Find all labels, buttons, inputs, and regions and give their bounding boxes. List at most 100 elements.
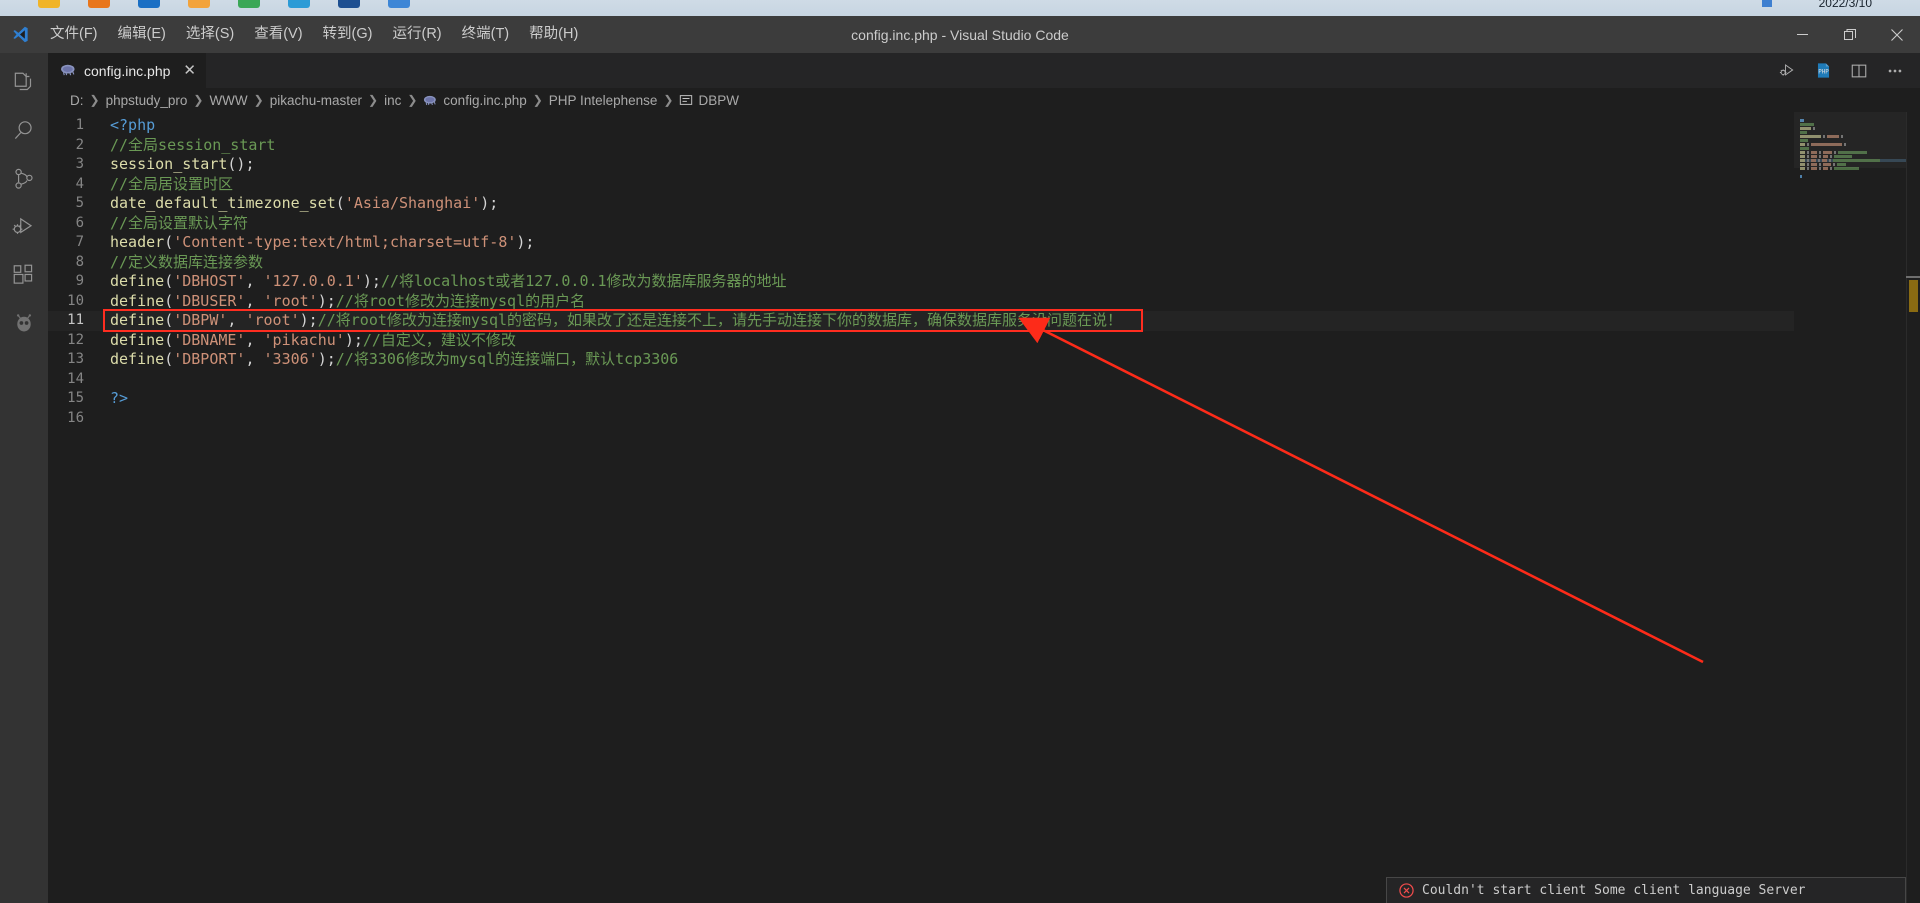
line-number: 14 (67, 370, 84, 387)
taskbar-tray[interactable] (1762, 0, 1772, 7)
svg-text:PHP: PHP (1818, 70, 1829, 76)
taskbar-icon-explorer[interactable] (38, 0, 60, 8)
code-text: header('Content-type:text/html;charset=u… (110, 233, 534, 253)
activity-item-ant[interactable] (0, 301, 48, 349)
token-comment: //将root修改为连接mysql的密码，如果改了还是连接不上，请先手动连接下你… (317, 311, 1123, 329)
minimize-button[interactable] (1779, 16, 1826, 53)
token-str: 'root' (245, 311, 300, 329)
breadcrumb-item-1[interactable]: phpstudy_pro (106, 93, 188, 108)
tray-icon[interactable] (1762, 0, 1772, 7)
menu-view[interactable]: 查看(V) (244, 16, 312, 53)
taskbar-icon-app[interactable] (388, 0, 410, 8)
code-line[interactable]: 11 define('DBPW', 'root');//将root修改为连接mys… (48, 311, 1920, 331)
tab-config-inc-php[interactable]: config.inc.php ✕ (48, 53, 207, 88)
breadcrumb-item-3[interactable]: pikachu-master (270, 93, 362, 108)
activity-item-run-debug[interactable] (0, 205, 48, 253)
breadcrumb-label: pikachu-master (269, 92, 363, 108)
code-line[interactable]: 14 (48, 370, 1920, 390)
token-str: '127.0.0.1' (263, 272, 363, 290)
line-number: 2 (75, 136, 84, 153)
breadcrumb-item-6[interactable]: PHP Intelephense (549, 93, 658, 108)
split-editor-icon[interactable] (1848, 60, 1870, 82)
code-editor[interactable]: 1 <?php 2//全局session_start 3 session_start()… (48, 112, 1920, 903)
code-text: session_start(); (110, 155, 255, 175)
token-fn: define (110, 291, 165, 310)
menu-edit[interactable]: 编辑(E) (108, 16, 176, 53)
breadcrumb-item-4[interactable]: inc (384, 93, 401, 108)
activity-item-extensions[interactable] (0, 253, 48, 301)
activity-item-search[interactable] (0, 109, 48, 157)
breadcrumb-item-7[interactable]: DBPW (679, 93, 739, 108)
window-controls[interactable] (1779, 16, 1920, 53)
code-text: define('DBPORT', '3306');//将3306修改为mysql… (110, 350, 678, 370)
token-str: 'pikachu' (263, 330, 345, 349)
taskbar-icon-mail[interactable] (188, 0, 210, 8)
maximize-restore-button[interactable] (1826, 16, 1873, 53)
error-icon (1399, 883, 1414, 898)
code-line[interactable]: 15 ?> (48, 389, 1920, 409)
code-line[interactable]: 6 //全局设置默认字符 (48, 214, 1920, 234)
token-punc: ( (164, 330, 174, 349)
editor-scrollbar[interactable] (1906, 112, 1920, 903)
run-and-debug-icon[interactable] (1776, 60, 1798, 82)
breadcrumb-item-0[interactable]: D: (70, 93, 84, 108)
code-line[interactable]: 10 define('DBUSER', 'root');//将root修改为连接m… (48, 292, 1920, 312)
menu-file[interactable]: 文件(F) (40, 16, 108, 53)
code-line[interactable]: 8 //定义数据库连接参数 (48, 253, 1920, 273)
menu-terminal[interactable]: 终端(T) (452, 16, 520, 53)
code-line[interactable]: 12 define('DBNAME', 'pikachu');//自定义，建议不修… (48, 331, 1920, 351)
token-fn: header (110, 233, 165, 251)
taskbar-app-icons[interactable] (38, 0, 410, 8)
tab-close-icon[interactable]: ✕ (183, 63, 196, 78)
taskbar-icon-chrome[interactable] (238, 0, 260, 8)
notification-toast[interactable]: Couldn't start client Some client langua… (1386, 877, 1906, 903)
code-line[interactable]: 9 define('DBHOST', '127.0.0.1');//将localh… (48, 272, 1920, 292)
code-text: define('DBUSER', 'root');//将root修改为连接mys… (110, 292, 585, 312)
code-line[interactable]: 16 (48, 409, 1920, 429)
code-line[interactable]: 3 session_start(); (48, 155, 1920, 175)
taskbar-clock[interactable]: 2022/3/10 (1819, 0, 1872, 10)
token-comment: //定义数据库连接参数 (110, 252, 264, 271)
code-line[interactable]: 5 date_default_timezone_set('Asia/Shangha… (48, 194, 1920, 214)
token-comment: //将3306修改为mysql的连接端口，默认tcp3306 (335, 350, 679, 368)
token-punc: , (227, 311, 246, 329)
code-line[interactable]: 2 //全局session_start (48, 136, 1920, 156)
taskbar-icon-store[interactable] (288, 0, 310, 8)
token-punc: ( (164, 311, 174, 329)
code-line[interactable]: 1 <?php (48, 116, 1920, 136)
menu-selection[interactable]: 选择(S) (176, 16, 244, 53)
line-number: 16 (67, 409, 84, 426)
minimap-line (1800, 171, 1906, 174)
code-line[interactable]: 13 define('DBPORT', '3306');//将3306修改为mys… (48, 350, 1920, 370)
menu-run[interactable]: 运行(R) (382, 16, 451, 53)
activity-item-source-control[interactable] (0, 157, 48, 205)
search-icon (11, 118, 37, 149)
windows-taskbar: 2022/3/10 (0, 0, 1920, 16)
line-number: 6 (75, 214, 84, 231)
code-line[interactable]: 4 //全局居设置时区 (48, 175, 1920, 195)
token-str: 'root' (263, 291, 318, 310)
menu-bar[interactable]: 文件(F) 编辑(E) 选择(S) 查看(V) 转到(G) 运行(R) 终端(T… (40, 16, 588, 53)
token-punc: ( (164, 272, 174, 290)
menu-go[interactable]: 转到(G) (313, 16, 383, 53)
activity-item-explorer[interactable] (0, 61, 48, 109)
line-number: 3 (75, 156, 84, 172)
breadcrumb-item-2[interactable]: WWW (209, 93, 247, 108)
chevron-right-icon: ❯ (193, 93, 204, 107)
more-actions-icon[interactable] (1884, 60, 1906, 82)
code-lines[interactable]: 1 <?php 2//全局session_start 3 session_start()… (48, 116, 1920, 428)
taskbar-icon-vscode[interactable] (338, 0, 360, 8)
php-server-icon[interactable]: PHP (1812, 60, 1834, 82)
code-line[interactable]: 7 header('Content-type:text/html;charset=… (48, 233, 1920, 253)
menu-help[interactable]: 帮助(H) (519, 16, 588, 53)
source-control-icon (11, 166, 37, 197)
minimap-slider[interactable] (1794, 112, 1906, 168)
taskbar-icon-firefox[interactable] (88, 0, 110, 8)
token-comment: //全局设置默认字符 (110, 213, 249, 232)
close-button[interactable] (1873, 16, 1920, 53)
breadcrumb-item-5[interactable]: config.inc.php (423, 93, 527, 108)
taskbar-icon-edge[interactable] (138, 0, 160, 8)
token-comment: //将localhost或者127.0.0.1修改为数据库服务器的地址 (380, 272, 787, 290)
minimap[interactable] (1794, 112, 1906, 903)
code-text: //定义数据库连接参数 (110, 253, 263, 273)
